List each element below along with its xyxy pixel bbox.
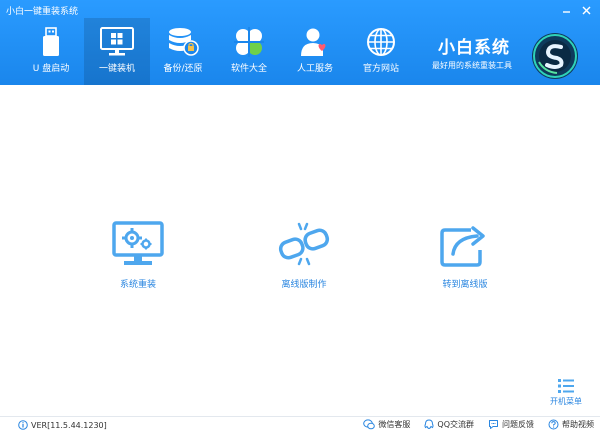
brand-logo-icon bbox=[532, 33, 578, 79]
nav-item-one-click[interactable]: 一键装机 bbox=[84, 18, 150, 85]
clover-icon bbox=[234, 27, 264, 57]
app-window: 小白一键重装系统 U 盘启动 一键装机 备份/还原 软件大全 人工服务 官方网站… bbox=[0, 0, 600, 434]
broken-link-icon bbox=[278, 222, 330, 266]
action-goto-offline[interactable]: 转到离线版 bbox=[415, 220, 515, 290]
footer-link-label: 帮助视频 bbox=[562, 420, 594, 429]
usb-drive-icon bbox=[43, 27, 59, 56]
main-nav: U 盘启动 一键装机 备份/还原 软件大全 人工服务 官方网站 bbox=[18, 18, 414, 85]
nav-label: 软件大全 bbox=[230, 64, 267, 74]
help-icon bbox=[548, 419, 559, 430]
footer-link-label: QQ交流群 bbox=[437, 420, 474, 429]
footer-link-qq[interactable]: QQ交流群 bbox=[424, 419, 474, 430]
globe-icon bbox=[367, 28, 395, 56]
feedback-icon bbox=[489, 420, 498, 429]
action-label: 系统重装 bbox=[119, 280, 156, 290]
nav-item-software[interactable]: 软件大全 bbox=[216, 18, 282, 85]
brand-name: 小白系统 bbox=[438, 38, 510, 58]
brand-slogan: 最好用的系统重装工具 bbox=[432, 61, 512, 70]
info-icon bbox=[18, 420, 28, 430]
footer-link-feedback[interactable]: 问题反馈 bbox=[488, 419, 534, 430]
nav-item-website[interactable]: 官方网站 bbox=[348, 18, 414, 85]
nav-label: 备份/还原 bbox=[163, 64, 203, 74]
window-controls bbox=[558, 3, 594, 17]
qq-icon bbox=[424, 419, 434, 430]
close-button[interactable] bbox=[578, 3, 594, 17]
footer-link-wechat[interactable]: 微信客服 bbox=[363, 419, 410, 430]
share-arrow-icon bbox=[440, 226, 485, 267]
close-icon bbox=[582, 6, 590, 14]
minimize-icon bbox=[562, 10, 570, 13]
nav-item-backup[interactable]: 备份/还原 bbox=[150, 18, 216, 85]
monitor-gears-icon bbox=[112, 221, 164, 265]
wechat-icon bbox=[363, 419, 376, 430]
person-heart-icon bbox=[301, 28, 326, 56]
list-icon bbox=[558, 379, 574, 393]
minimize-button[interactable] bbox=[558, 3, 574, 17]
monitor-windows-icon bbox=[100, 27, 134, 56]
database-icon bbox=[169, 28, 199, 56]
boot-menu-label: 开机菜单 bbox=[550, 397, 582, 406]
nav-label: 一键装机 bbox=[98, 64, 135, 74]
action-offline-build[interactable]: 离线版制作 bbox=[254, 220, 354, 290]
nav-label: U 盘启动 bbox=[32, 64, 70, 74]
footer-link-help[interactable]: 帮助视频 bbox=[548, 419, 594, 430]
nav-item-service[interactable]: 人工服务 bbox=[282, 18, 348, 85]
version-info: VER[11.5.44.1230] bbox=[18, 420, 107, 430]
nav-label: 官方网站 bbox=[362, 64, 399, 74]
footer-link-label: 微信客服 bbox=[378, 420, 411, 429]
window-title: 小白一键重装系统 bbox=[6, 7, 79, 17]
action-label: 离线版制作 bbox=[281, 280, 327, 290]
version-text: VER[11.5.44.1230] bbox=[31, 420, 107, 430]
action-label: 转到离线版 bbox=[442, 280, 488, 290]
nav-label: 人工服务 bbox=[296, 64, 333, 74]
status-bar: VER[11.5.44.1230] 微信客服 QQ交流群 问题反馈 帮助视频 bbox=[0, 416, 600, 434]
nav-item-usb-boot[interactable]: U 盘启动 bbox=[18, 18, 84, 85]
footer-link-label: 问题反馈 bbox=[502, 420, 534, 429]
action-reinstall[interactable]: 系统重装 bbox=[88, 220, 188, 290]
header-bar: 小白一键重装系统 U 盘启动 一键装机 备份/还原 软件大全 人工服务 官方网站… bbox=[0, 0, 600, 85]
footer-links: 微信客服 QQ交流群 问题反馈 帮助视频 bbox=[363, 419, 594, 430]
boot-menu-button[interactable]: 开机菜单 bbox=[545, 378, 587, 407]
